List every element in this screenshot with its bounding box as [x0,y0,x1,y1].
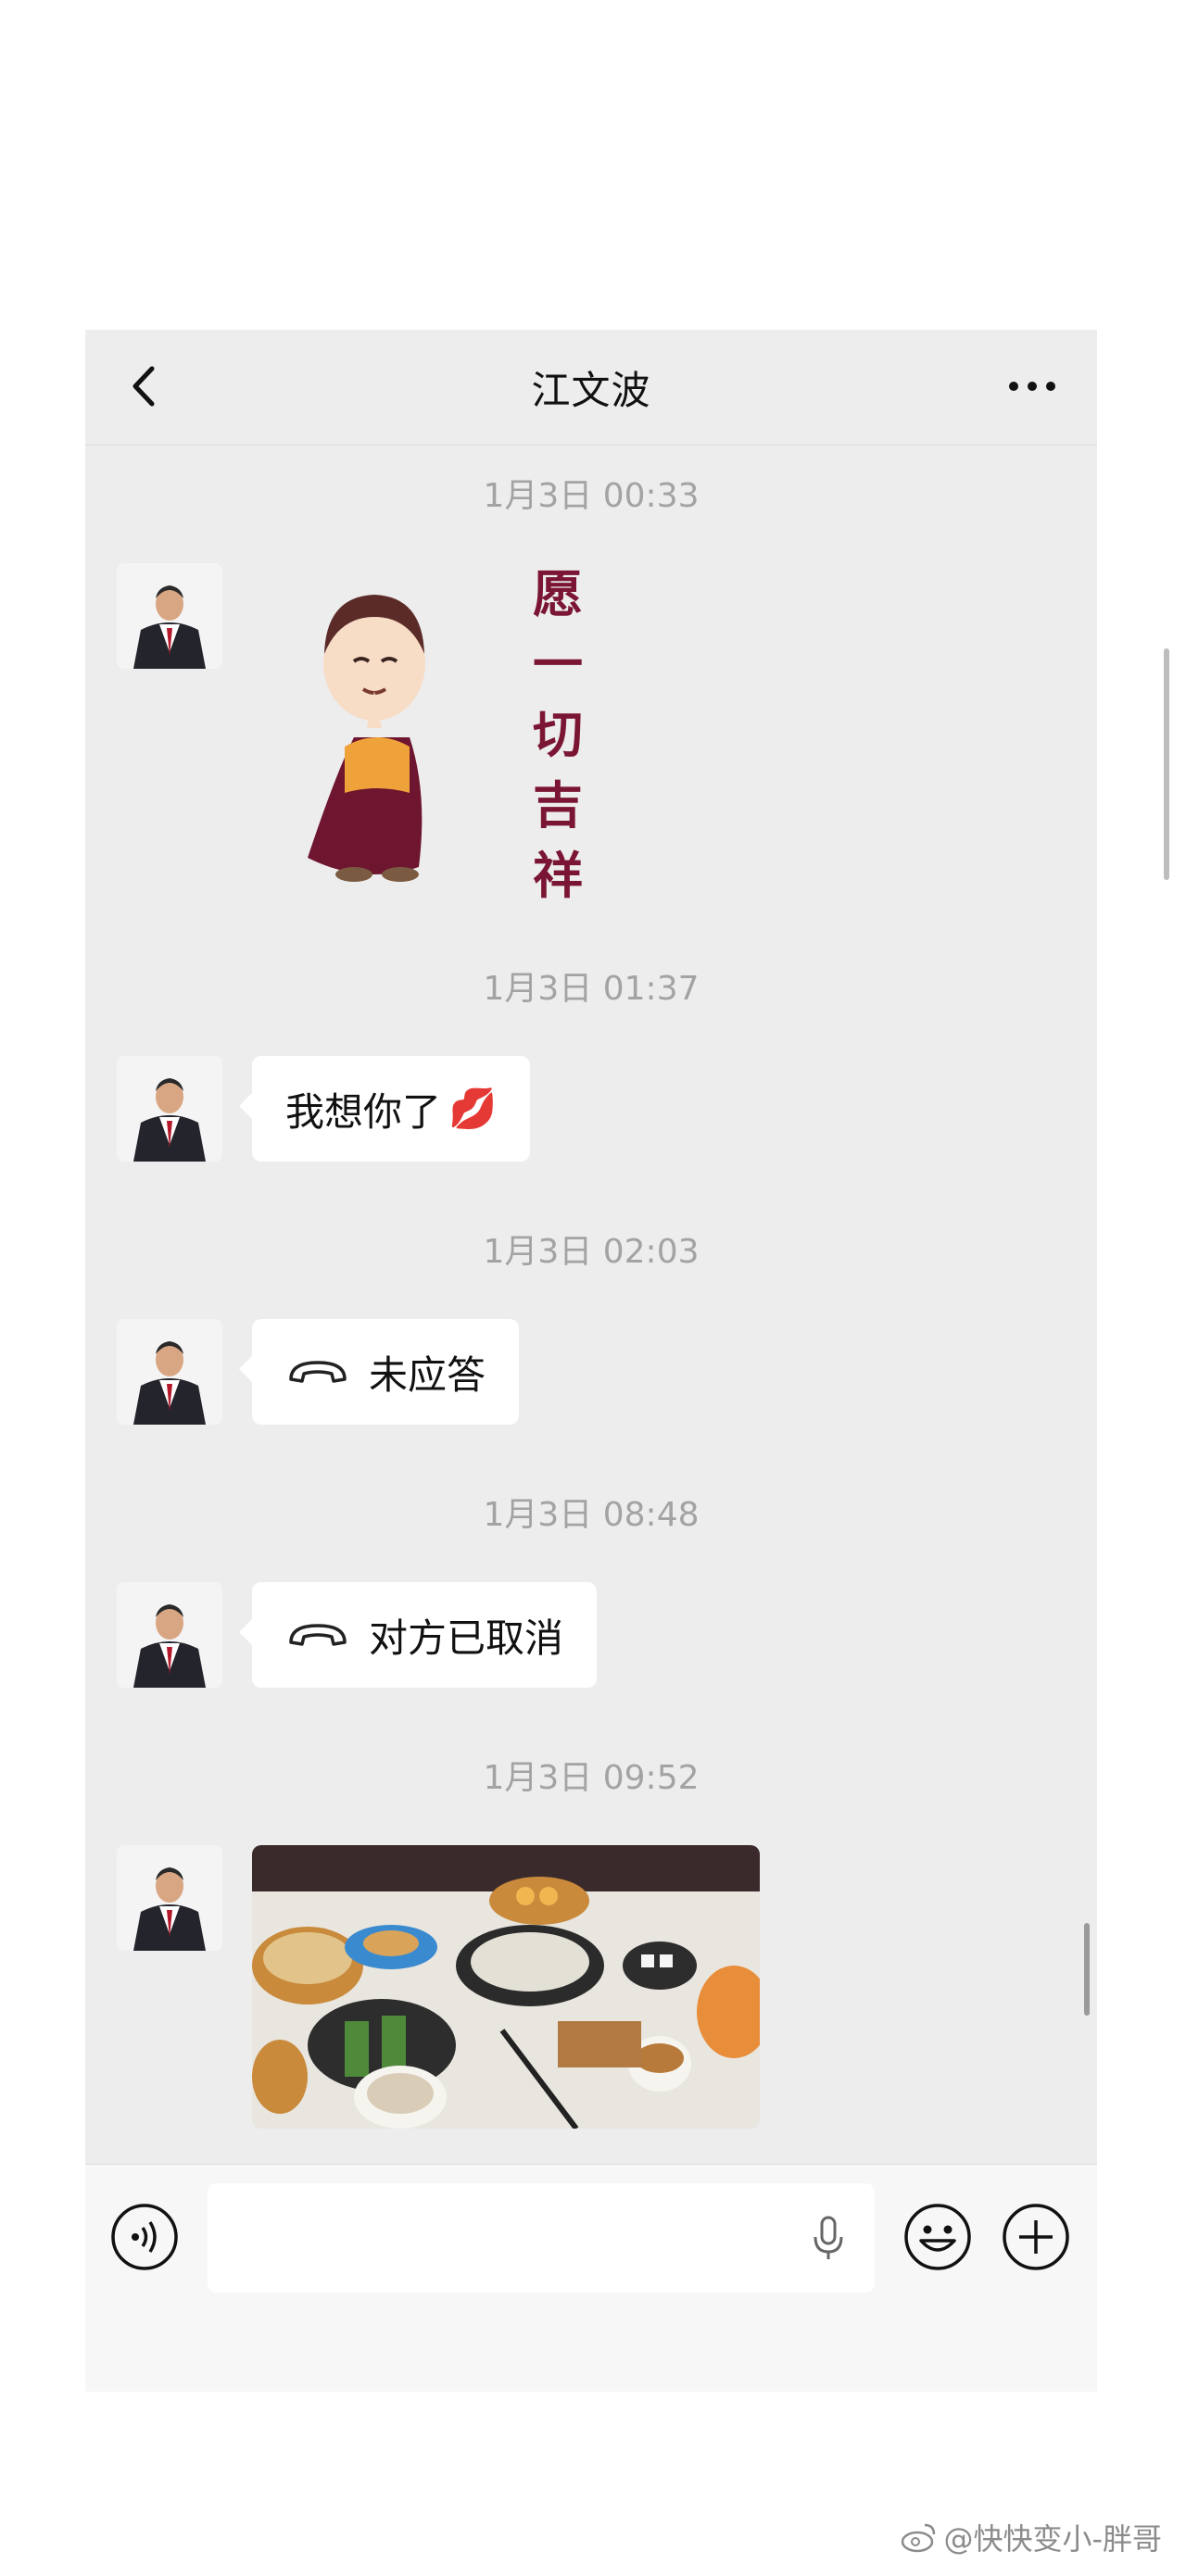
avatar[interactable] [117,1845,222,1951]
call-status-text: 对方已取消 [369,1615,564,1661]
avatar[interactable] [117,1319,222,1425]
message-timestamp: 1月3日 01:37 [483,970,700,1008]
food-photo-message[interactable] [252,1845,760,2129]
svg-text:愿: 愿 [533,565,583,623]
kiss-emoji: 💋 [448,1086,498,1131]
voice-icon[interactable] [109,2202,180,2272]
message-timestamp: 1月3日 00:33 [483,477,700,515]
call-record-bubble[interactable]: 对方已取消 [238,1582,598,1688]
phone-icon [289,1624,347,1646]
message-timestamp: 1月3日 08:48 [483,1496,700,1534]
emoji-icon[interactable] [902,2202,973,2272]
avatar[interactable] [117,1056,222,1162]
watermark-text: @快快变小-胖哥 [943,2521,1162,2557]
call-record-bubble[interactable]: 未应答 [238,1319,520,1425]
watermark: @快快变小-胖哥 [901,2516,1162,2558]
more-icon[interactable] [1004,372,1060,400]
microphone-icon[interactable] [810,2215,847,2261]
phone-icon [289,1361,347,1383]
message-timestamp: 1月3日 09:52 [483,1759,700,1797]
input-bar [85,2164,1097,2392]
prayer-sticker[interactable]: 愿 一 切 吉 祥 [271,552,669,904]
avatar[interactable] [117,1582,222,1688]
navigation-bar: 江文波 [85,330,1097,446]
message-input[interactable] [208,2183,875,2293]
svg-text:祥: 祥 [533,847,583,904]
message-bubble[interactable]: 我想你了 💋 [238,1056,531,1162]
message-timestamp: 1月3日 02:03 [483,1233,700,1271]
svg-text:吉: 吉 [533,776,583,835]
svg-text:切: 切 [533,706,583,764]
svg-text:一: 一 [533,635,583,694]
avatar[interactable] [117,563,222,669]
weibo-icon [902,2523,936,2553]
page-scrollbar[interactable] [1164,648,1169,880]
message-text: 我想你了 [285,1088,442,1135]
call-status-text: 未应答 [369,1351,486,1398]
chat-window: 江文波 1月3日 00:33 愿 一 切 吉 祥 1月3日 01:37 我想你了… [85,330,1097,2392]
chat-scrollbar[interactable] [1084,1923,1090,2016]
plus-icon[interactable] [1001,2202,1071,2272]
chat-title: 江文波 [531,368,651,413]
